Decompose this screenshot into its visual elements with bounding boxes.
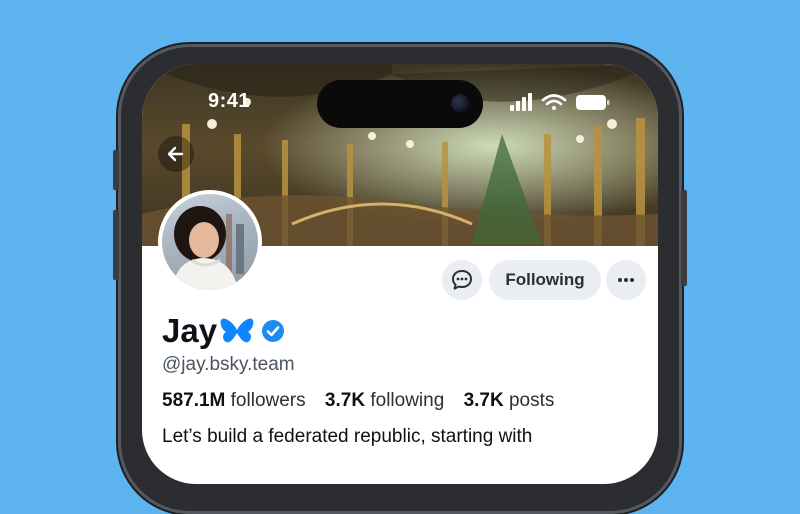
stat-label: following (370, 390, 445, 411)
avatar-photo (162, 194, 258, 290)
profile-handle: @jay.bsky.team (162, 354, 295, 375)
profile-stats: 587.1M followers 3.7K following 3.7K pos… (162, 390, 568, 412)
phone-side-button (113, 210, 119, 280)
profile-bio: Let’s build a federated republic, starti… (162, 426, 533, 447)
avatar[interactable] (158, 190, 262, 294)
stat-value: 3.7K (463, 390, 504, 411)
stat-value: 587.1M (162, 390, 226, 411)
verified-check-icon[interactable] (261, 319, 285, 343)
following-button[interactable]: Following (489, 260, 601, 300)
chat-bubble-icon (452, 270, 472, 290)
avatar-portrait (172, 206, 244, 290)
status-icons (510, 93, 610, 111)
message-button[interactable] (442, 260, 482, 300)
camera-icon (451, 94, 469, 112)
butterfly-icon (220, 318, 254, 343)
signal-icon (510, 93, 532, 111)
stat-label: followers (230, 390, 306, 411)
ellipsis-icon (618, 278, 634, 282)
phone-side-button (113, 150, 119, 190)
back-button[interactable] (158, 136, 194, 172)
profile-display-name: Jay (162, 312, 285, 350)
battery-icon (576, 95, 610, 110)
stat-posts: 3.7K posts (464, 390, 555, 411)
stat-value: 3.7K (324, 390, 366, 411)
more-options-button[interactable] (606, 260, 646, 300)
status-time: 9:41 (208, 90, 251, 112)
stat-followers[interactable]: 587.1M followers (162, 390, 306, 411)
wifi-icon (541, 94, 567, 110)
stat-following[interactable]: 3.7K following (325, 390, 444, 411)
phone-screen: 9:41 Following Jay @jay.bsky.team 587.1M… (142, 64, 658, 484)
arrow-left-icon (167, 146, 184, 162)
phone-side-button (681, 190, 687, 286)
display-name-text: Jay (162, 312, 218, 349)
stat-label: posts (508, 390, 555, 411)
dynamic-island (317, 80, 483, 128)
